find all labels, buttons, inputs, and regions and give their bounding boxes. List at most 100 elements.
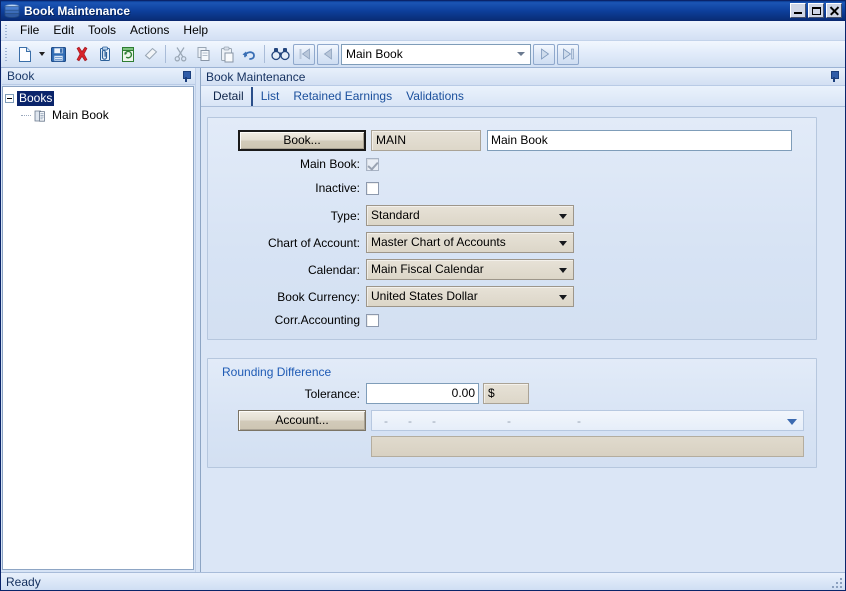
book-currency-select[interactable]: United States Dollar — [366, 286, 574, 307]
account-segments-select[interactable]: - - - - - — [371, 410, 804, 431]
nav-next-button[interactable] — [533, 43, 555, 65]
tolerance-label: Tolerance: — [304, 386, 360, 401]
rounding-difference-group: Rounding Difference Tolerance: 0.00 $ Ac… — [207, 358, 817, 468]
chevron-down-icon — [787, 418, 797, 425]
calendar-row: Calendar: Main Fiscal Calendar — [220, 259, 804, 280]
minimize-button[interactable] — [790, 3, 806, 18]
account-segment-4: - — [507, 414, 511, 428]
undo-icon[interactable] — [238, 43, 261, 65]
type-row: Type: Standard — [220, 205, 804, 226]
inactive-checkbox[interactable] — [366, 181, 379, 195]
main-pin-icon[interactable] — [828, 70, 840, 83]
main-book-checkbox[interactable] — [366, 157, 379, 171]
account-segment-2: - — [408, 414, 412, 428]
book-row: Book... MAIN Main Book — [220, 130, 804, 151]
book-stack-icon — [4, 4, 20, 18]
attach-icon[interactable] — [93, 43, 116, 65]
book-lookup-button[interactable]: Book... — [238, 130, 366, 151]
title-bar: Book Maintenance — [1, 1, 845, 21]
tree-node-books[interactable]: Books — [5, 90, 191, 107]
chevron-down-icon — [559, 267, 567, 273]
account-segment-3: - — [432, 414, 436, 428]
paste-icon[interactable] — [215, 43, 238, 65]
tolerance-row: Tolerance: 0.00 $ — [220, 383, 804, 404]
tree-node-books-label: Books — [17, 91, 55, 106]
menu-file[interactable]: File — [13, 21, 46, 40]
tab-detail[interactable]: Detail — [207, 87, 253, 106]
toolbar-separator — [165, 45, 166, 63]
application-window: Book Maintenance File Edit Tools Actions… — [0, 0, 846, 591]
account-description-field — [371, 436, 804, 457]
nav-last-button[interactable] — [557, 43, 579, 65]
toolbar-grip-handle[interactable] — [3, 46, 10, 62]
main-panel-caption-text: Book Maintenance — [206, 69, 306, 84]
maximize-button[interactable] — [808, 3, 824, 18]
refresh-icon[interactable] — [116, 43, 139, 65]
chevron-down-icon — [559, 294, 567, 300]
account-row: Account... - - - - - — [220, 410, 804, 431]
corr-accounting-row: Corr.Accounting — [220, 313, 804, 327]
tab-list[interactable]: List — [255, 87, 288, 106]
status-bar: Ready — [1, 572, 845, 590]
record-selector-combo[interactable]: Main Book — [341, 43, 531, 65]
close-button[interactable] — [826, 3, 842, 18]
cut-icon[interactable] — [169, 43, 192, 65]
tab-strip: Detail List Retained Earnings Validation… — [201, 86, 845, 107]
account-segment-1: - — [384, 414, 388, 428]
save-icon[interactable] — [47, 43, 70, 65]
window-controls — [790, 3, 842, 18]
sidebar-caption: Book — [2, 68, 195, 85]
tree-node-main-book[interactable]: Main Book — [5, 107, 191, 124]
detail-tab-content: Book... MAIN Main Book Main Book: Inacti… — [201, 107, 845, 572]
nav-previous-button[interactable] — [317, 43, 339, 65]
menu-edit[interactable]: Edit — [46, 21, 81, 40]
chart-of-account-select[interactable]: Master Chart of Accounts — [366, 232, 574, 253]
calendar-value: Main Fiscal Calendar — [371, 262, 484, 276]
book-icon — [33, 109, 47, 123]
find-icon[interactable] — [268, 43, 292, 65]
tab-retained-earnings[interactable]: Retained Earnings — [287, 87, 400, 106]
delete-icon[interactable] — [70, 43, 93, 65]
new-icon[interactable] — [13, 43, 36, 65]
book-detail-group: Book... MAIN Main Book Main Book: Inacti… — [207, 117, 817, 340]
account-segment-5: - — [577, 414, 581, 428]
chevron-down-icon — [559, 240, 567, 246]
main-body: Book Books Main Book Book Maintenance De… — [1, 68, 845, 572]
corr-accounting-label: Corr.Accounting — [274, 313, 360, 327]
type-value: Standard — [371, 208, 420, 222]
menu-grip-handle[interactable] — [3, 22, 10, 39]
resize-grip-icon[interactable] — [830, 576, 842, 588]
menu-bar: File Edit Tools Actions Help — [1, 21, 845, 41]
inactive-label: Inactive: — [315, 181, 360, 195]
erase-icon[interactable] — [139, 43, 162, 65]
collapse-icon[interactable] — [5, 94, 14, 103]
book-name-input[interactable]: Main Book — [487, 130, 792, 151]
pin-icon[interactable] — [180, 70, 192, 83]
menu-help[interactable]: Help — [176, 21, 215, 40]
type-select[interactable]: Standard — [366, 205, 574, 226]
nav-first-button[interactable] — [293, 43, 315, 65]
chart-of-account-row: Chart of Account: Master Chart of Accoun… — [220, 232, 804, 253]
book-sidebar-panel: Book Books Main Book — [1, 68, 195, 572]
account-lookup-button[interactable]: Account... — [238, 410, 366, 431]
toolbar: Main Book — [1, 41, 845, 68]
status-message: Ready — [6, 574, 41, 589]
corr-accounting-checkbox[interactable] — [366, 313, 379, 327]
inactive-row: Inactive: — [220, 181, 804, 195]
account-description-row — [220, 431, 804, 457]
book-maintenance-panel: Book Maintenance Detail List Retained Ea… — [200, 68, 845, 572]
window-title: Book Maintenance — [24, 4, 131, 18]
tab-validations[interactable]: Validations — [400, 87, 472, 106]
chart-of-account-value: Master Chart of Accounts — [371, 235, 506, 249]
rounding-difference-title: Rounding Difference — [222, 365, 332, 379]
book-tree[interactable]: Books Main Book — [2, 86, 194, 570]
main-book-label: Main Book: — [299, 157, 360, 171]
menu-tools[interactable]: Tools — [81, 21, 123, 40]
calendar-select[interactable]: Main Fiscal Calendar — [366, 259, 574, 280]
tolerance-input[interactable]: 0.00 — [366, 383, 479, 404]
menu-actions[interactable]: Actions — [123, 21, 176, 40]
copy-icon[interactable] — [192, 43, 215, 65]
book-currency-row: Book Currency: United States Dollar — [220, 286, 804, 307]
chevron-down-icon — [559, 213, 567, 219]
new-dropdown-icon[interactable] — [36, 43, 47, 65]
